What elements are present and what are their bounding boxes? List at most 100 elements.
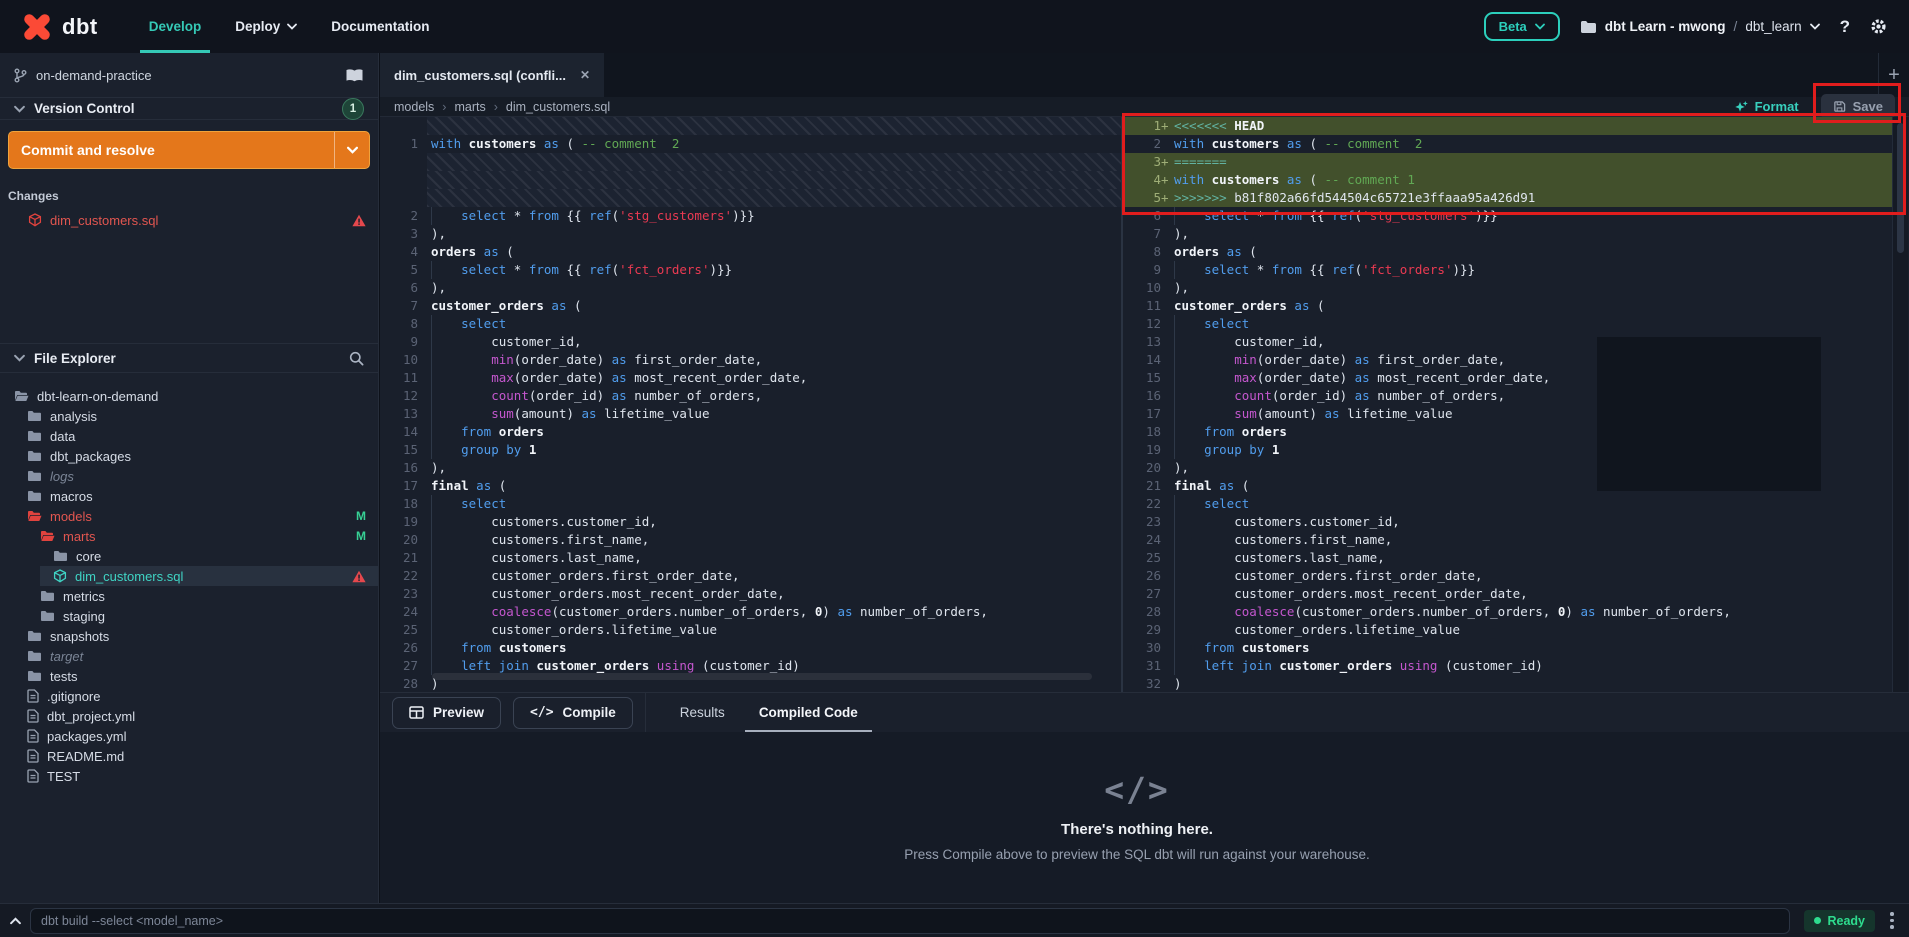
horizontal-scrollbar[interactable] xyxy=(432,673,1092,680)
nav-develop[interactable]: Develop xyxy=(132,0,219,53)
code-line-left-3[interactable]: 3), xyxy=(380,225,1121,243)
code-line-right-1[interactable]: 1+<<<<<<< HEAD xyxy=(1123,117,1892,135)
breadcrumb-item[interactable]: models xyxy=(394,100,434,114)
compile-button[interactable]: </> Compile xyxy=(513,697,633,729)
code-line-left-5[interactable]: 5 select * from {{ ref('fct_orders')}} xyxy=(380,261,1121,279)
tree-item-dbt-packages[interactable]: dbt_packages xyxy=(0,446,378,466)
code-line-right-4[interactable]: 4+with customers as ( -- comment 1 xyxy=(1123,171,1892,189)
diff-spacer-row[interactable] xyxy=(380,117,1121,135)
code-line-left-15[interactable]: 15 group by 1 xyxy=(380,441,1121,459)
code-line-right-12[interactable]: 12 select xyxy=(1123,315,1892,333)
breadcrumb-item[interactable]: marts xyxy=(454,100,485,114)
code-line-right-8[interactable]: 8orders as ( xyxy=(1123,243,1892,261)
code-line-right-30[interactable]: 30 from customers xyxy=(1123,639,1892,657)
code-line-left-1[interactable]: 1with customers as ( -- comment 2 xyxy=(380,135,1121,153)
code-line-left-24[interactable]: 24 coalesce(customer_orders.number_of_or… xyxy=(380,603,1121,621)
tree-item-snapshots[interactable]: snapshots xyxy=(0,626,378,646)
new-tab-button[interactable]: + xyxy=(1878,53,1909,97)
code-line-right-26[interactable]: 26 customer_orders.first_order_date, xyxy=(1123,567,1892,585)
code-line-right-6[interactable]: 6 select * from {{ ref('stg_customers')}… xyxy=(1123,207,1892,225)
code-line-right-11[interactable]: 11customer_orders as ( xyxy=(1123,297,1892,315)
tree-item-macros[interactable]: macros xyxy=(0,486,378,506)
dbt-logo[interactable]: dbt xyxy=(22,12,98,42)
code-line-right-23[interactable]: 23 customers.customer_id, xyxy=(1123,513,1892,531)
chevron-up-icon[interactable] xyxy=(0,917,30,925)
tree-item-tests[interactable]: tests xyxy=(0,666,378,686)
code-line-left-12[interactable]: 12 count(order_id) as number_of_orders, xyxy=(380,387,1121,405)
code-line-right-7[interactable]: 7), xyxy=(1123,225,1892,243)
format-button[interactable]: Format xyxy=(1734,99,1799,114)
tree-item-dim-customers-sql[interactable]: dim_customers.sql xyxy=(0,566,378,586)
file-explorer-header[interactable]: File Explorer xyxy=(0,343,378,373)
tab-results[interactable]: Results xyxy=(680,693,725,732)
code-line-left-14[interactable]: 14 from orders xyxy=(380,423,1121,441)
tree-item-core[interactable]: core xyxy=(0,546,378,566)
editor-scrollbar[interactable] xyxy=(1892,117,1908,692)
tree-item-metrics[interactable]: metrics xyxy=(0,586,378,606)
code-line-left-23[interactable]: 23 customer_orders.most_recent_order_dat… xyxy=(380,585,1121,603)
code-line-left-19[interactable]: 19 customers.customer_id, xyxy=(380,513,1121,531)
code-line-left-13[interactable]: 13 sum(amount) as lifetime_value xyxy=(380,405,1121,423)
code-line-right-25[interactable]: 25 customers.last_name, xyxy=(1123,549,1892,567)
code-line-right-28[interactable]: 28 coalesce(customer_orders.number_of_or… xyxy=(1123,603,1892,621)
tree-item-dbt-project-yml[interactable]: dbt_project.yml xyxy=(0,706,378,726)
editor-pane-saved[interactable]: 1with customers as ( -- comment 2 2 selec… xyxy=(380,117,1123,692)
code-line-right-29[interactable]: 29 customer_orders.lifetime_value xyxy=(1123,621,1892,639)
settings-gear-button[interactable] xyxy=(1870,18,1887,35)
beta-button[interactable]: Beta xyxy=(1484,12,1560,41)
diff-spacer-row[interactable] xyxy=(380,189,1121,207)
nav-documentation[interactable]: Documentation xyxy=(314,0,446,53)
search-icon[interactable] xyxy=(349,351,364,366)
code-line-left-7[interactable]: 7customer_orders as ( xyxy=(380,297,1121,315)
diff-spacer-row[interactable] xyxy=(380,153,1121,171)
commit-dropdown-toggle[interactable] xyxy=(334,132,369,168)
code-line-left-20[interactable]: 20 customers.first_name, xyxy=(380,531,1121,549)
breadcrumb-item[interactable]: dim_customers.sql xyxy=(506,100,610,114)
tree-item-data[interactable]: data xyxy=(0,426,378,446)
code-line-left-2[interactable]: 2 select * from {{ ref('stg_customers')}… xyxy=(380,207,1121,225)
code-line-left-17[interactable]: 17final as ( xyxy=(380,477,1121,495)
tree-item-analysis[interactable]: analysis xyxy=(0,406,378,426)
code-line-left-16[interactable]: 16), xyxy=(380,459,1121,477)
code-line-left-21[interactable]: 21 customers.last_name, xyxy=(380,549,1121,567)
code-line-right-9[interactable]: 9 select * from {{ ref('fct_orders')}} xyxy=(1123,261,1892,279)
tree-item-models[interactable]: modelsM xyxy=(0,506,378,526)
code-line-right-3[interactable]: 3+======= xyxy=(1123,153,1892,171)
tree-item-packages-yml[interactable]: packages.yml xyxy=(0,726,378,746)
preview-button[interactable]: Preview xyxy=(392,697,501,729)
code-line-right-31[interactable]: 31 left join customer_orders using (cust… xyxy=(1123,657,1892,675)
tree-item-dbt-learn-on-demand[interactable]: dbt-learn-on-demand xyxy=(0,386,378,406)
docs-book-icon[interactable] xyxy=(345,68,364,83)
tab-compiled-code[interactable]: Compiled Code xyxy=(759,693,858,732)
tree-item-marts[interactable]: martsM xyxy=(0,526,378,546)
code-line-right-2[interactable]: 2with customers as ( -- comment 2 xyxy=(1123,135,1892,153)
tab-close-icon[interactable]: ✕ xyxy=(580,68,590,82)
code-line-right-27[interactable]: 27 customer_orders.most_recent_order_dat… xyxy=(1123,585,1892,603)
code-line-left-25[interactable]: 25 customer_orders.lifetime_value xyxy=(380,621,1121,639)
tree-item-target[interactable]: target xyxy=(0,646,378,666)
code-line-left-22[interactable]: 22 customer_orders.first_order_date, xyxy=(380,567,1121,585)
help-button[interactable]: ? xyxy=(1840,17,1850,37)
code-line-left-4[interactable]: 4orders as ( xyxy=(380,243,1121,261)
code-line-right-32[interactable]: 32) xyxy=(1123,675,1892,692)
code-line-left-11[interactable]: 11 max(order_date) as most_recent_order_… xyxy=(380,369,1121,387)
tree-item-test[interactable]: TEST xyxy=(0,766,378,786)
code-line-left-10[interactable]: 10 min(order_date) as first_order_date, xyxy=(380,351,1121,369)
code-line-right-5[interactable]: 5+>>>>>>> b81f802a66fd544504c65721e3ffaa… xyxy=(1123,189,1892,207)
code-line-right-10[interactable]: 10), xyxy=(1123,279,1892,297)
code-line-left-6[interactable]: 6), xyxy=(380,279,1121,297)
tree-item-readme-md[interactable]: README.md xyxy=(0,746,378,766)
nav-deploy[interactable]: Deploy xyxy=(218,0,314,53)
commit-and-resolve-button[interactable]: Commit and resolve xyxy=(8,131,370,169)
command-input[interactable] xyxy=(30,908,1790,934)
tree-item--gitignore[interactable]: .gitignore xyxy=(0,686,378,706)
tree-item-staging[interactable]: staging xyxy=(0,606,378,626)
code-line-left-18[interactable]: 18 select xyxy=(380,495,1121,513)
tab-dim-customers[interactable]: dim_customers.sql (confli... ✕ xyxy=(380,53,604,97)
version-control-header[interactable]: Version Control 1 xyxy=(0,98,378,120)
changed-file-row[interactable]: dim_customers.sql xyxy=(0,209,378,231)
kebab-menu-icon[interactable] xyxy=(1879,912,1905,929)
diff-spacer-row[interactable] xyxy=(380,171,1121,189)
save-button[interactable]: Save xyxy=(1821,94,1895,119)
code-line-left-8[interactable]: 8 select xyxy=(380,315,1121,333)
